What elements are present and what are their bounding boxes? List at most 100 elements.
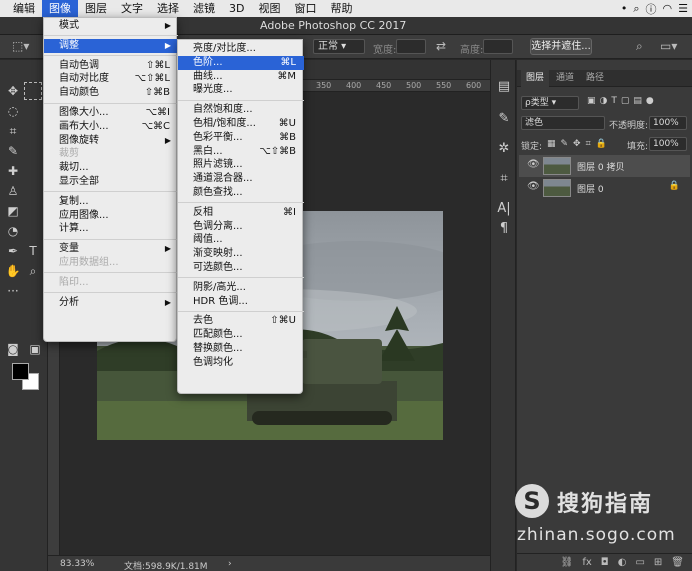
apple-logo-icon[interactable]: • [621,2,628,15]
trash-icon[interactable]: 🗑 [671,557,684,568]
tab-layers[interactable]: 图层 [521,70,550,87]
eyedropper-tool-icon[interactable]: ✎ [4,142,22,160]
menu-item[interactable]: 阈值... [178,233,304,247]
height-input[interactable] [483,39,513,54]
menu-icon[interactable]: ☰ [678,2,688,15]
menu-item[interactable]: 色调均化 [178,356,304,370]
menubar-item[interactable]: 选择 [150,0,186,17]
info-icon[interactable]: ⓘ [646,1,657,17]
menu-item[interactable]: 应用数据组... [44,256,178,270]
eye-icon[interactable]: 👁 [527,159,540,170]
menu-item[interactable]: 调整 ▶ [44,38,178,53]
group-icon[interactable]: ▭ [635,557,644,568]
status-arrow-icon[interactable]: › [228,559,232,569]
select-and-mask-button[interactable]: 选择并遮住... [530,38,592,55]
width-input[interactable] [396,39,426,54]
menubar-item[interactable]: 图像 [42,0,78,17]
menu-item[interactable]: 图像大小... ⌥⌘I [44,106,178,120]
lasso-tool-icon[interactable]: ◌ [4,102,22,120]
move-tool-icon[interactable]: ✥ [4,82,22,100]
style-select[interactable]: 正常 ▾ [313,39,365,54]
menu-item[interactable]: 可选颜色... [178,261,304,275]
menu-item[interactable]: 黑白... ⌥⇧⌘B [178,145,304,159]
adjustment-icon[interactable]: ◐ [618,557,627,568]
hand-tool-icon[interactable]: ✋ [4,262,22,280]
menubar-item[interactable]: 图层 [78,0,114,17]
menu-item[interactable]: 替换颜色... [178,342,304,356]
blend-mode-select[interactable]: 滤色 [521,116,605,130]
workspace-icon[interactable]: ▭▾ [660,39,677,53]
menu-item[interactable]: 去色 ⇧⌘U [178,314,304,328]
search-icon[interactable]: ⌕ [633,2,639,16]
eraser-tool-icon[interactable]: ◩ [4,202,22,220]
menu-item[interactable]: 陷印... [44,276,178,290]
menu-item[interactable]: 变量 ▶ [44,242,178,256]
menu-item[interactable]: 自动色调 ⇧⌘L [44,59,178,73]
link-icon[interactable]: ⛓ [561,557,574,568]
menu-item[interactable]: 复制... [44,195,178,209]
screen-mode-icon[interactable]: ▣ [26,340,44,358]
menu-item[interactable]: 色调分离... [178,220,304,234]
layer-row-copy[interactable]: 👁 图层 0 拷贝 [519,155,690,177]
type-tool-icon[interactable]: T [24,242,42,260]
filter-icons[interactable]: ▣◑T▢▤● [587,96,658,111]
menu-item[interactable]: HDR 色调... [178,295,304,309]
menu-item[interactable]: 反相 ⌘I [178,206,304,220]
pen-tool-icon[interactable]: ✒ [4,242,22,260]
tab-paths[interactable]: 路径 [581,70,609,87]
menu-item[interactable]: 显示全部 [44,175,178,189]
crop-tool-icon[interactable]: ⌗ [4,122,22,140]
menubar-item[interactable]: 编辑 [6,0,42,17]
menu-item[interactable]: 自动对比度 ⌥⇧⌘L [44,72,178,86]
crop-panel-icon[interactable]: ⌗ [495,170,513,188]
menu-item[interactable]: 自动颜色 ⇧⌘B [44,86,178,100]
menu-item[interactable]: 颜色查找... [178,186,304,200]
more-tools-icon[interactable]: ··· [4,282,22,300]
new-layer-icon[interactable]: ⊞ [654,557,662,568]
tab-channels[interactable]: 通道 [551,70,579,87]
properties-panel-icon[interactable]: ✲ [495,140,513,158]
menu-item[interactable]: 色阶... ⌘L [178,55,304,70]
search-icon[interactable]: ⌕ [636,39,643,54]
menu-item[interactable]: 阴影/高光... [178,281,304,295]
swap-icon[interactable]: ⇄ [436,39,446,53]
eye-icon[interactable]: 👁 [527,181,540,192]
layer-filter-select[interactable]: ρ类型 ▾ [521,96,579,110]
fill-input[interactable]: 100% [649,137,687,151]
menu-item[interactable]: 亮度/对比度... [178,42,304,56]
paragraph-panel-icon[interactable]: ¶ [495,220,513,238]
menu-item[interactable]: 画布大小... ⌥⌘C [44,120,178,134]
lock-icons[interactable]: ▦✎✥⌗🔒 [547,139,612,154]
clone-stamp-icon[interactable]: ♙ [4,182,22,200]
menubar-item[interactable]: 窗口 [287,0,323,17]
menubar-item[interactable]: 3D [222,0,251,17]
menu-item[interactable]: 分析 ▶ [44,296,178,310]
menu-item[interactable]: 渐变映射... [178,247,304,261]
menubar-item[interactable]: 文字 [114,0,150,17]
fx-icon[interactable]: fx [582,557,591,568]
menu-item[interactable]: 色彩平衡... ⌘B [178,131,304,145]
opacity-input[interactable]: 100% [649,116,687,130]
layer-row-base[interactable]: 👁 图层 0 🔒 [519,177,690,199]
mask-icon[interactable]: ◘ [601,557,609,568]
blur-tool-icon[interactable]: ◔ [4,222,22,240]
menu-item[interactable]: 自然饱和度... [178,103,304,117]
menu-item[interactable]: 计算... [44,222,178,236]
menubar-item[interactable]: 滤镜 [186,0,222,17]
menu-item[interactable]: 曝光度... [178,83,304,97]
marquee-tool-icon[interactable] [24,82,42,100]
menu-item[interactable]: 裁切... [44,161,178,175]
menu-item[interactable]: 照片滤镜... [178,158,304,172]
menu-item[interactable]: 应用图像... [44,209,178,223]
doc-info[interactable]: 文档:598.9K/1.81M [124,559,208,571]
wifi-icon[interactable]: ◠ [663,2,673,15]
menubar-item[interactable]: 视图 [251,0,287,17]
quick-mask-icon[interactable]: ◙ [4,340,22,358]
menu-item[interactable]: 曲线... ⌘M [178,70,304,84]
menu-item[interactable]: 色相/饱和度... ⌘U [178,117,304,131]
marquee-preset-icon[interactable]: ⬚▾ [12,39,29,53]
menu-item[interactable]: 裁剪 [44,147,178,161]
character-panel-icon[interactable]: A| [495,200,513,218]
menu-item[interactable]: 通道混合器... [178,172,304,186]
menu-item[interactable]: 模式 ▶ [44,19,178,33]
